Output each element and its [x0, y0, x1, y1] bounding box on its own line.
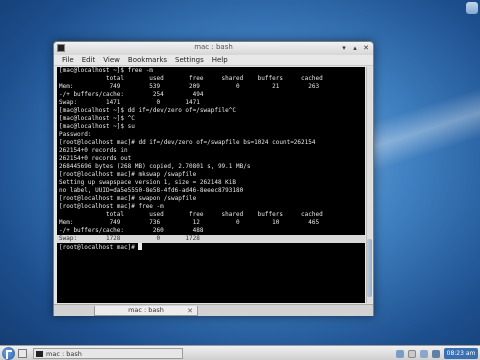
system-tray: 08:23 am — [396, 348, 478, 359]
terminal-line: 268445696 bytes (268 MB) copied, 2.70801… — [59, 163, 251, 170]
volume-icon[interactable] — [420, 349, 428, 358]
terminal-line: Mem: 749 736 12 0 10 465 — [59, 219, 320, 226]
terminal-line: [root@localhost mac]# dd if=/dev/zero of… — [59, 139, 316, 146]
tab-mac-bash[interactable]: mac : bash ✕ — [94, 306, 198, 316]
task-label: mac : bash — [46, 350, 82, 358]
notifications-icon[interactable] — [432, 349, 440, 358]
terminal-line: -/+ buffers/cache: 254 494 — [59, 91, 204, 98]
minimize-icon[interactable]: ▾ — [340, 44, 348, 52]
menu-view[interactable]: View — [99, 55, 124, 65]
terminal-line: 262154+0 records out — [59, 155, 132, 162]
terminal-line: Swap: 1471 0 1471 — [59, 99, 200, 106]
terminal-line: [mac@localhost ~]$ dd if=/dev/zero of=/s… — [59, 107, 237, 114]
terminal-line: Swap: 1728 0 1728 — [57, 235, 365, 243]
clipboard-icon[interactable] — [408, 349, 416, 358]
terminal-window[interactable]: mac : bash ▾ ▴ ✕ File Edit View Bookmark… — [53, 41, 374, 316]
window-titlebar[interactable]: mac : bash ▾ ▴ ✕ — [54, 42, 373, 55]
maximize-icon[interactable]: ▴ — [351, 44, 359, 52]
window-title: mac : bash — [194, 43, 233, 51]
terminal-line: -/+ buffers/cache: 260 488 — [59, 227, 204, 234]
terminal-line: [mac@localhost ~]$ free -m — [59, 67, 153, 74]
close-icon[interactable]: ✕ — [362, 44, 370, 52]
scrollbar-thumb[interactable] — [367, 239, 372, 297]
tab-close-icon[interactable]: ✕ — [187, 307, 193, 316]
tab-bar: mac : bash ✕ — [54, 304, 373, 316]
show-desktop-icon[interactable] — [18, 349, 27, 358]
terminal-line: no label, UUID=da5e5550-8e58-4fd6-ad46-8… — [59, 187, 244, 194]
terminal-line: [root@localhost mac]# — [57, 243, 365, 251]
menu-help[interactable]: Help — [208, 55, 232, 65]
network-icon[interactable] — [396, 349, 404, 358]
text-cursor — [138, 243, 143, 250]
terminal-line: 262154+0 records in — [59, 147, 128, 154]
terminal-line: [root@localhost mac]# mkswap /swapfile — [59, 171, 197, 178]
terminal-line: total used free shared buffers cached — [59, 211, 323, 218]
terminal-line: Mem: 749 539 209 0 21 263 — [59, 83, 320, 90]
menu-file[interactable]: File — [58, 55, 78, 65]
desktop-widget-icon[interactable] — [466, 2, 478, 14]
terminal-line: total used free shared buffers cached — [59, 75, 323, 82]
clock[interactable]: 08:23 am — [444, 348, 478, 359]
terminal-output[interactable]: [mac@localhost ~]$ free -m total used fr… — [57, 67, 365, 303]
terminal-line: [root@localhost mac]# free -m — [59, 203, 164, 210]
menu-bookmarks[interactable]: Bookmarks — [124, 55, 171, 65]
terminal-line: Setting up swapspace version 1, size = 2… — [59, 179, 237, 186]
menu-bar: File Edit View Bookmarks Settings Help — [54, 55, 373, 66]
terminal-line: [mac@localhost ~]$ ^C — [59, 115, 135, 122]
menu-settings[interactable]: Settings — [171, 55, 208, 65]
taskbar: mac : bash 08:23 am — [0, 345, 480, 360]
terminal-line: [root@localhost mac]# swapon /swapfile — [59, 195, 197, 202]
task-button-terminal[interactable]: mac : bash — [33, 348, 183, 359]
menu-edit[interactable]: Edit — [78, 55, 100, 65]
tab-label: mac : bash — [128, 306, 164, 314]
kickoff-menu-icon[interactable] — [2, 347, 15, 360]
terminal-icon — [36, 351, 43, 357]
terminal-line: Password: — [59, 131, 92, 138]
terminal-scrollbar[interactable] — [366, 67, 372, 303]
terminal-line: [mac@localhost ~]$ su — [59, 123, 135, 130]
